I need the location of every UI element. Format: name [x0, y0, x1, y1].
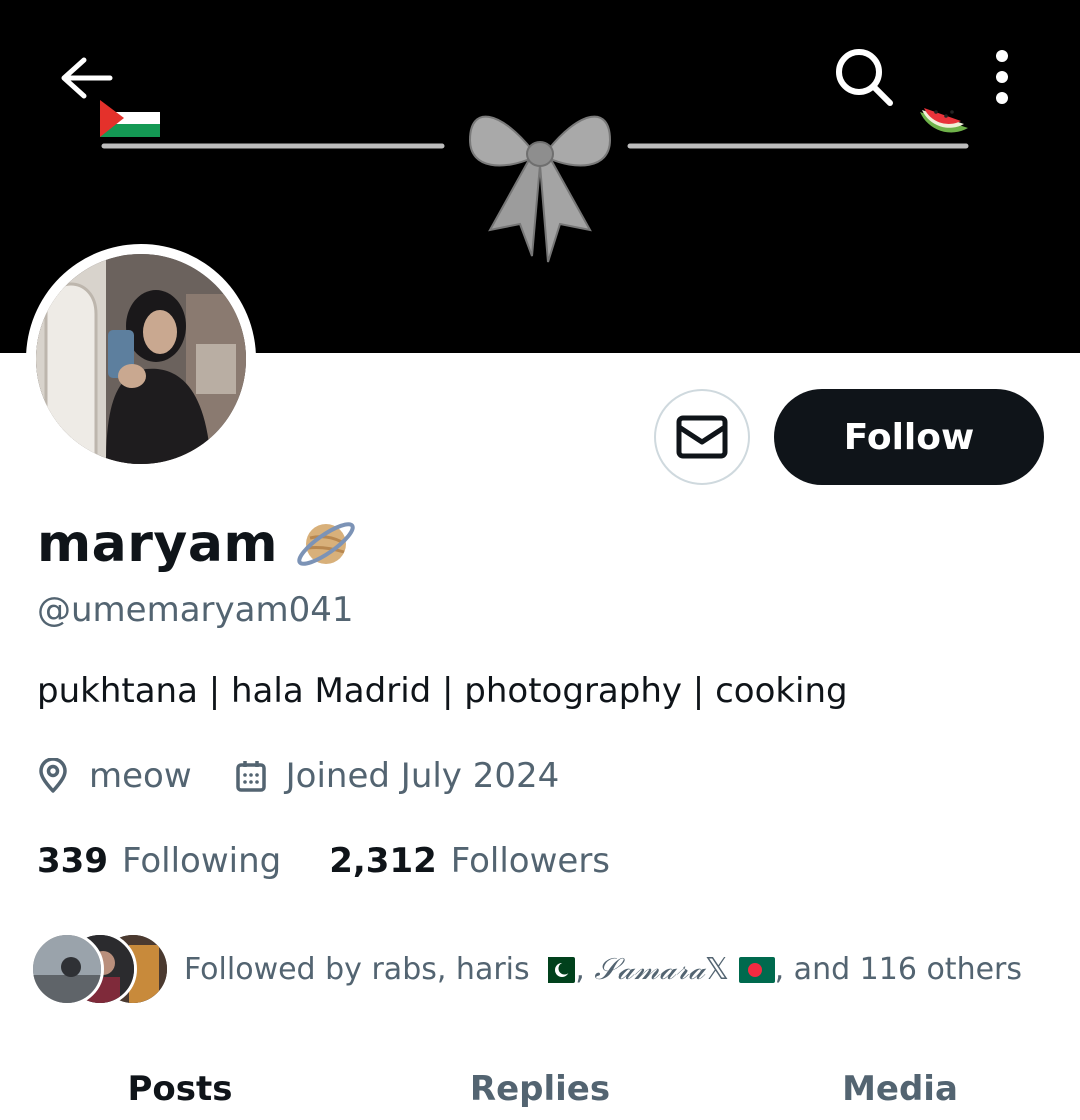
following-label: Following — [121, 841, 282, 881]
more-options-button[interactable] — [980, 42, 1024, 112]
search-icon — [836, 49, 893, 106]
followed-by-text-part: Followed by rabs, haris — [184, 951, 530, 987]
back-button[interactable] — [48, 46, 124, 110]
calendar-icon — [235, 761, 266, 792]
profile-bio: pukhtana | hala Madrid | photography | c… — [37, 671, 848, 711]
avatar — [30, 932, 104, 1006]
watermelon-icon — [920, 108, 968, 133]
display-name-row: maryam — [37, 512, 358, 576]
location: meow — [37, 756, 192, 796]
back-arrow-icon — [61, 57, 113, 99]
profile-avatar[interactable] — [26, 244, 256, 474]
user-handle: @umemaryam041 — [37, 590, 354, 630]
x-glyph: 𝕏 — [704, 951, 730, 987]
location-text: meow — [89, 756, 192, 796]
followed-by-text: Followed by rabs, haris , 𝒮𝒶𝓂𝒶𝓇𝒶𝕏 , and … — [184, 952, 1022, 987]
ribbon-bow — [468, 115, 612, 263]
ringed-planet-icon — [297, 522, 355, 566]
search-button[interactable] — [826, 42, 902, 112]
followed-by[interactable]: Followed by rabs, haris , 𝒮𝒶𝓂𝒶𝓇𝒶𝕏 , and … — [30, 932, 1022, 1006]
tab-replies[interactable]: Replies — [360, 1058, 720, 1120]
follow-button[interactable]: Follow — [774, 389, 1044, 485]
pakistan-flag-icon — [539, 956, 576, 983]
following-count: 339 — [37, 841, 108, 881]
profile-meta: meow Joined July 2024 — [37, 756, 559, 796]
tab-posts[interactable]: Posts — [0, 1058, 360, 1120]
location-pin-icon — [39, 758, 67, 793]
followed-by-text-part: , and 116 others — [774, 951, 1023, 987]
follower-name-samara: 𝒮𝒶𝓂𝒶𝓇𝒶 — [594, 951, 705, 987]
profile-tabs: Posts Replies Media — [0, 1058, 1080, 1120]
bangladesh-flag-icon — [738, 956, 775, 983]
followers-label: Followers — [450, 841, 611, 881]
tab-media[interactable]: Media — [720, 1058, 1080, 1120]
followed-by-avatars — [30, 932, 170, 1006]
followed-by-text-part: , — [575, 951, 595, 987]
followers-stat[interactable]: 2,312 Followers — [329, 841, 610, 881]
avatar-image — [36, 254, 246, 464]
display-name: maryam — [37, 514, 279, 574]
envelope-icon — [676, 415, 728, 459]
follow-stats: 339 Following 2,312 Followers — [37, 841, 610, 881]
followers-count: 2,312 — [329, 841, 437, 881]
join-date: Joined July 2024 — [235, 756, 560, 796]
join-date-text: Joined July 2024 — [285, 756, 560, 796]
following-stat[interactable]: 339 Following — [37, 841, 281, 881]
message-button[interactable] — [654, 389, 750, 485]
more-vertical-icon — [996, 50, 1008, 104]
